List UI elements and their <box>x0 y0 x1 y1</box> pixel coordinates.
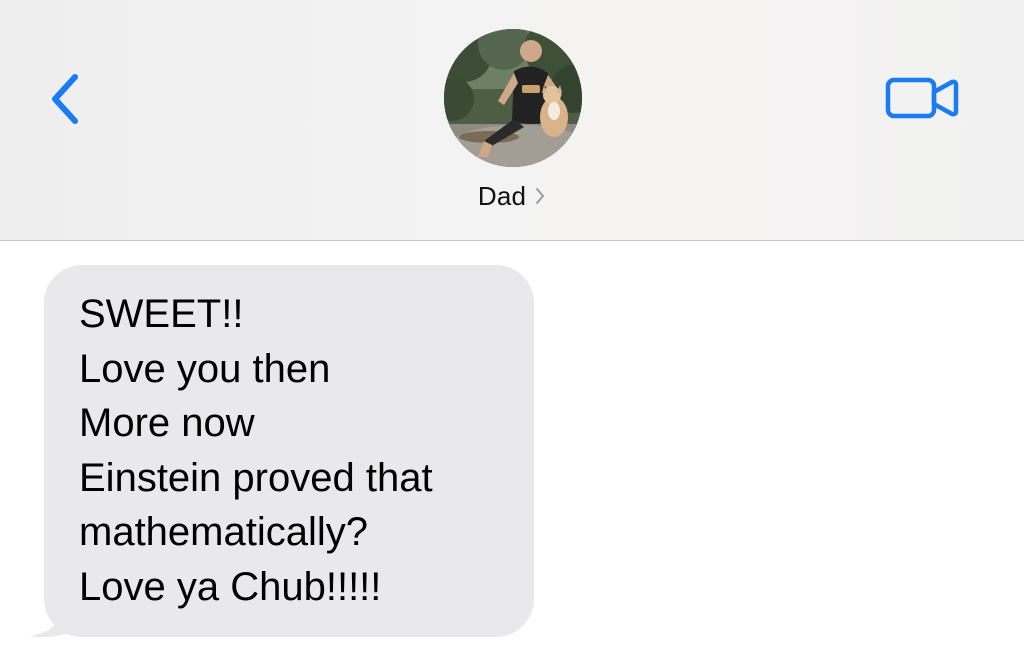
contact-name-button[interactable]: Dad <box>0 178 1024 214</box>
back-button[interactable] <box>40 66 90 132</box>
conversation-header: Dad <box>0 0 1024 241</box>
chevron-left-icon <box>52 74 78 124</box>
video-camera-icon <box>885 77 959 119</box>
message-line: Einstein proved that <box>79 455 433 500</box>
contact-photo <box>444 29 582 167</box>
contact-avatar[interactable] <box>444 29 582 167</box>
video-call-button[interactable] <box>880 70 964 126</box>
message-line: More now <box>79 401 255 445</box>
message-line: Love you then <box>79 346 331 391</box>
chevron-right-icon <box>534 186 546 206</box>
contact-name: Dad <box>477 180 527 211</box>
incoming-message-bubble[interactable]: SWEET!! Love you then More now Einstein … <box>44 265 534 637</box>
message-line: Love ya Chub!!!!! <box>79 564 382 609</box>
message-line: mathematically? <box>79 510 369 554</box>
message-line: SWEET!! <box>79 292 244 336</box>
